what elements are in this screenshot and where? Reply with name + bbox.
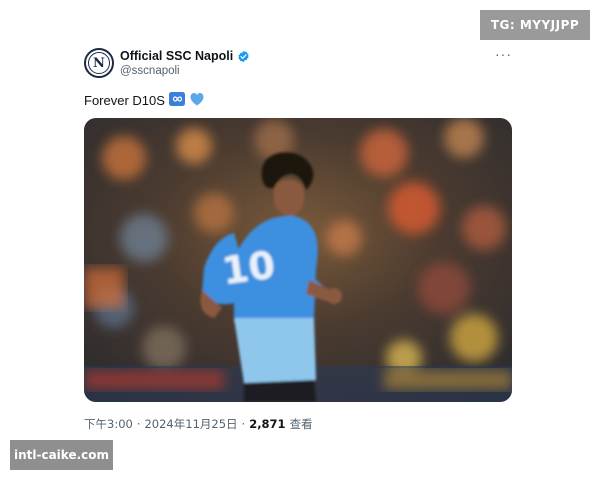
tweet-photo[interactable]: 10	[84, 118, 512, 402]
more-options-icon[interactable]: ···	[495, 47, 512, 61]
avatar-logo: N	[88, 52, 110, 74]
views-count[interactable]: 2,871	[249, 417, 285, 431]
meta-separator-2: ·	[241, 417, 246, 431]
views-label: 查看	[289, 417, 313, 431]
tweet-date[interactable]: 2024年11月25日	[144, 416, 237, 432]
light-blue-heart-emoji-icon	[189, 92, 205, 109]
tweet-time[interactable]: 下午3:00	[84, 416, 133, 432]
jersey-number: 10	[219, 243, 277, 294]
author-handle[interactable]: @sscnapoli	[120, 65, 180, 77]
avatar[interactable]: N	[84, 48, 114, 78]
infinity-emoji-icon	[168, 92, 185, 109]
tweet-text-content: Forever D10S	[84, 93, 165, 108]
tweet-meta: 下午3:00 · 2024年11月25日 · 2,871 查看	[84, 416, 313, 432]
verified-badge-icon	[237, 50, 250, 63]
maradona-photo-image: 10	[84, 118, 512, 402]
watermark-tg: TG: MYYJJPP	[480, 10, 590, 40]
watermark-site: intl-caike.com	[10, 440, 113, 470]
tweet-header: N Official SSC Napoli @sscnapoli ···	[84, 47, 512, 82]
meta-separator: ·	[136, 417, 141, 431]
tweet-text: Forever D10S	[84, 92, 205, 109]
author-display-name[interactable]: Official SSC Napoli	[120, 49, 233, 63]
author-name-row: Official SSC Napoli	[120, 49, 250, 63]
tweet-card[interactable]: N Official SSC Napoli @sscnapoli ··· For…	[84, 47, 512, 431]
